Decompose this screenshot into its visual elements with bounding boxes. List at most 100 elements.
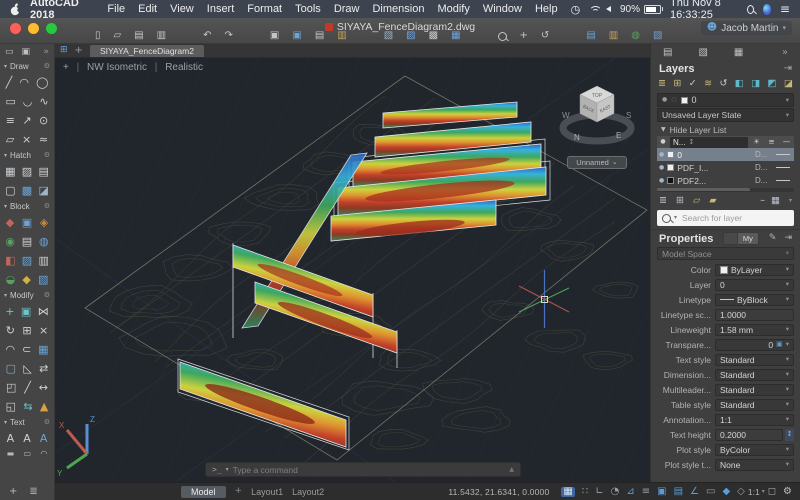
menu-item-edit[interactable]: Edit — [138, 3, 157, 15]
explode-icon[interactable]: ▲ — [40, 401, 48, 412]
all-properties-segment[interactable] — [723, 232, 738, 245]
pan-tool-icon[interactable]: + — [520, 31, 528, 41]
block-library-icon[interactable]: ◧ — [5, 255, 15, 266]
add-tool-icon[interactable]: + — [9, 487, 17, 497]
list-view-icon[interactable]: ▦ — [771, 196, 780, 206]
polyline-icon[interactable]: ◠ — [19, 77, 29, 88]
property-field[interactable]: 0.2000 — [715, 429, 783, 441]
viewport-menu-control[interactable]: + — [63, 62, 69, 73]
annotation-scale-control[interactable]: 1:1 ▾ — [748, 487, 765, 497]
menu-item-format[interactable]: Format — [247, 3, 282, 15]
dropdown-caret-icon[interactable]: ▾ — [786, 416, 789, 423]
battery-indicator[interactable]: 90% — [620, 4, 661, 15]
chamfer-icon[interactable]: ◺ — [23, 363, 31, 374]
zoom-tool-icon[interactable] — [498, 32, 507, 41]
spline-icon[interactable]: ∿ — [39, 96, 48, 107]
property-field[interactable]: ByLayer▾ — [715, 264, 794, 276]
layout2-tab[interactable]: Layout2 — [292, 487, 324, 497]
layer-row-PDF_I...[interactable]: ●PDF_I...D... — [657, 161, 794, 174]
section-gear-icon[interactable]: ⚙ — [44, 292, 50, 299]
section-gear-icon[interactable]: ⚙ — [44, 152, 50, 159]
layer-filter-icon[interactable]: ▱ — [693, 196, 700, 206]
isolate-objects-icon[interactable]: ◻ — [768, 487, 776, 497]
palette-section-modify[interactable]: ▾Modify⚙ — [0, 289, 54, 302]
layer-row-0[interactable]: ●0D... — [657, 148, 794, 161]
section-gear-icon[interactable]: ⚙ — [44, 63, 50, 70]
layout1-tab[interactable]: Layout1 — [251, 487, 283, 497]
dim-linear-icon[interactable]: ▬ — [7, 450, 15, 458]
polygon-icon[interactable]: ▱ — [6, 134, 14, 145]
apple-menu-icon[interactable] — [10, 3, 20, 16]
move-icon[interactable]: + — [5, 306, 14, 317]
dropdown-caret-icon[interactable]: ▾ — [786, 326, 789, 333]
dropdown-caret-icon[interactable]: ▾ — [786, 356, 789, 363]
mirror-icon[interactable]: ⋈ — [38, 306, 49, 317]
visual-style-control[interactable]: Realistic — [165, 62, 203, 73]
attach-icon[interactable]: ▨ — [406, 31, 415, 41]
dropdown-caret-icon[interactable]: ▾ — [786, 341, 789, 348]
menu-item-help[interactable]: Help — [535, 3, 558, 15]
palette-section-block[interactable]: ▾Block⚙ — [0, 200, 54, 213]
signed-in-user[interactable]: ☻ Jacob Martin ▾ — [701, 21, 792, 35]
property-field[interactable]: 1.0000 — [715, 309, 794, 321]
palette-section-text[interactable]: ▾Text⚙ — [0, 416, 54, 429]
dropdown-caret-icon[interactable]: ▾ — [786, 296, 789, 303]
rectangle-icon[interactable]: ▭ — [5, 96, 15, 107]
new-layout-button[interactable]: + — [235, 487, 243, 496]
erase-icon[interactable]: × — [39, 325, 48, 336]
dropdown-caret-icon[interactable]: ▾ — [786, 371, 789, 378]
menu-item-draw[interactable]: Draw — [334, 3, 360, 15]
quick-select-icon[interactable]: ✎ — [769, 234, 777, 243]
fillet-icon[interactable]: ◠ — [5, 344, 15, 355]
properties-filter-toggle[interactable]: My — [723, 232, 759, 245]
layer-isolate-icon[interactable]: ◧ — [735, 79, 744, 89]
menu-item-view[interactable]: View — [170, 3, 194, 15]
dim-aligned-icon[interactable]: ▭ — [24, 450, 32, 458]
new-group-filter-icon[interactable]: ⊞ — [676, 196, 684, 206]
sheets-tab-icon[interactable]: ▦ — [734, 48, 743, 58]
copy-icon[interactable]: ▣ — [21, 306, 31, 317]
menu-item-tools[interactable]: Tools — [295, 3, 321, 15]
scale-icon[interactable]: ▢ — [6, 363, 16, 374]
layer-color-swatch[interactable] — [667, 177, 674, 184]
lengthen-icon[interactable]: ↔ — [39, 382, 48, 393]
rect-array-icon[interactable]: ▦ — [38, 344, 48, 355]
command-line[interactable]: >_ ▾ Type a command ▲ — [205, 462, 521, 477]
view-control[interactable]: NW Isometric — [87, 62, 147, 73]
layer-row-PDF2...[interactable]: ●PDF2...D... — [657, 174, 794, 187]
palette-section-draw[interactable]: ▾Draw⚙ — [0, 60, 54, 73]
layer-states-icon[interactable]: ≣ — [658, 79, 666, 89]
toolset-drafting-icon[interactable]: ▭ — [5, 48, 14, 57]
region-icon[interactable]: ◪ — [38, 185, 48, 196]
property-field[interactable]: 0▣▾ — [715, 339, 794, 351]
trim-icon[interactable]: ◰ — [6, 382, 16, 393]
viewcube[interactable]: N E W S TOP BACK EAST Unnamed ⌄ — [554, 72, 640, 172]
document-tab[interactable]: SIYAYA_FenceDiagram2 — [90, 45, 204, 57]
layer-search-input[interactable] — [680, 212, 789, 224]
annotation-autoscale-icon[interactable]: ◇ — [737, 487, 745, 497]
dgn-underlay-icon[interactable]: ◒ — [6, 274, 16, 285]
solid-fill-icon[interactable]: ▩ — [22, 185, 32, 196]
layer-state-dropdown[interactable]: Unsaved Layer State ▾ — [657, 108, 794, 122]
command-options-caret-icon[interactable]: ▾ — [226, 467, 229, 473]
world-ucs-icon[interactable]: ◍ — [631, 31, 640, 41]
import-icon[interactable]: ▧ — [384, 31, 393, 41]
batch-print-icon[interactable]: ▣ — [292, 31, 301, 41]
attribute-icon[interactable]: ▤ — [22, 236, 32, 247]
pdf-underlay-icon[interactable]: ▥ — [38, 255, 48, 266]
property-field[interactable]: 1.58 mm▾ — [715, 324, 794, 336]
menu-item-window[interactable]: Window — [483, 3, 522, 15]
layer-search[interactable]: ▾ — [657, 210, 794, 226]
menu-item-insert[interactable]: Insert — [207, 3, 235, 15]
ortho-icon[interactable]: ∟ — [595, 487, 603, 497]
save-icon[interactable]: ▤ — [134, 31, 143, 41]
property-field[interactable]: Standard▾ — [715, 384, 794, 396]
donut-icon[interactable]: ⊙ — [39, 115, 48, 126]
osnap-icon[interactable]: ▣ — [657, 487, 666, 497]
menu-item-modify[interactable]: Modify — [437, 3, 469, 15]
annotate-icon[interactable]: ▥ — [609, 31, 618, 41]
dropdown-caret-icon[interactable]: ▾ — [786, 266, 789, 273]
current-layer-dropdown[interactable]: ● ○ 0 ▾ — [657, 93, 794, 107]
paste-icon[interactable]: ▤ — [315, 31, 324, 41]
orbit-tool-icon[interactable]: ↺ — [541, 31, 549, 41]
